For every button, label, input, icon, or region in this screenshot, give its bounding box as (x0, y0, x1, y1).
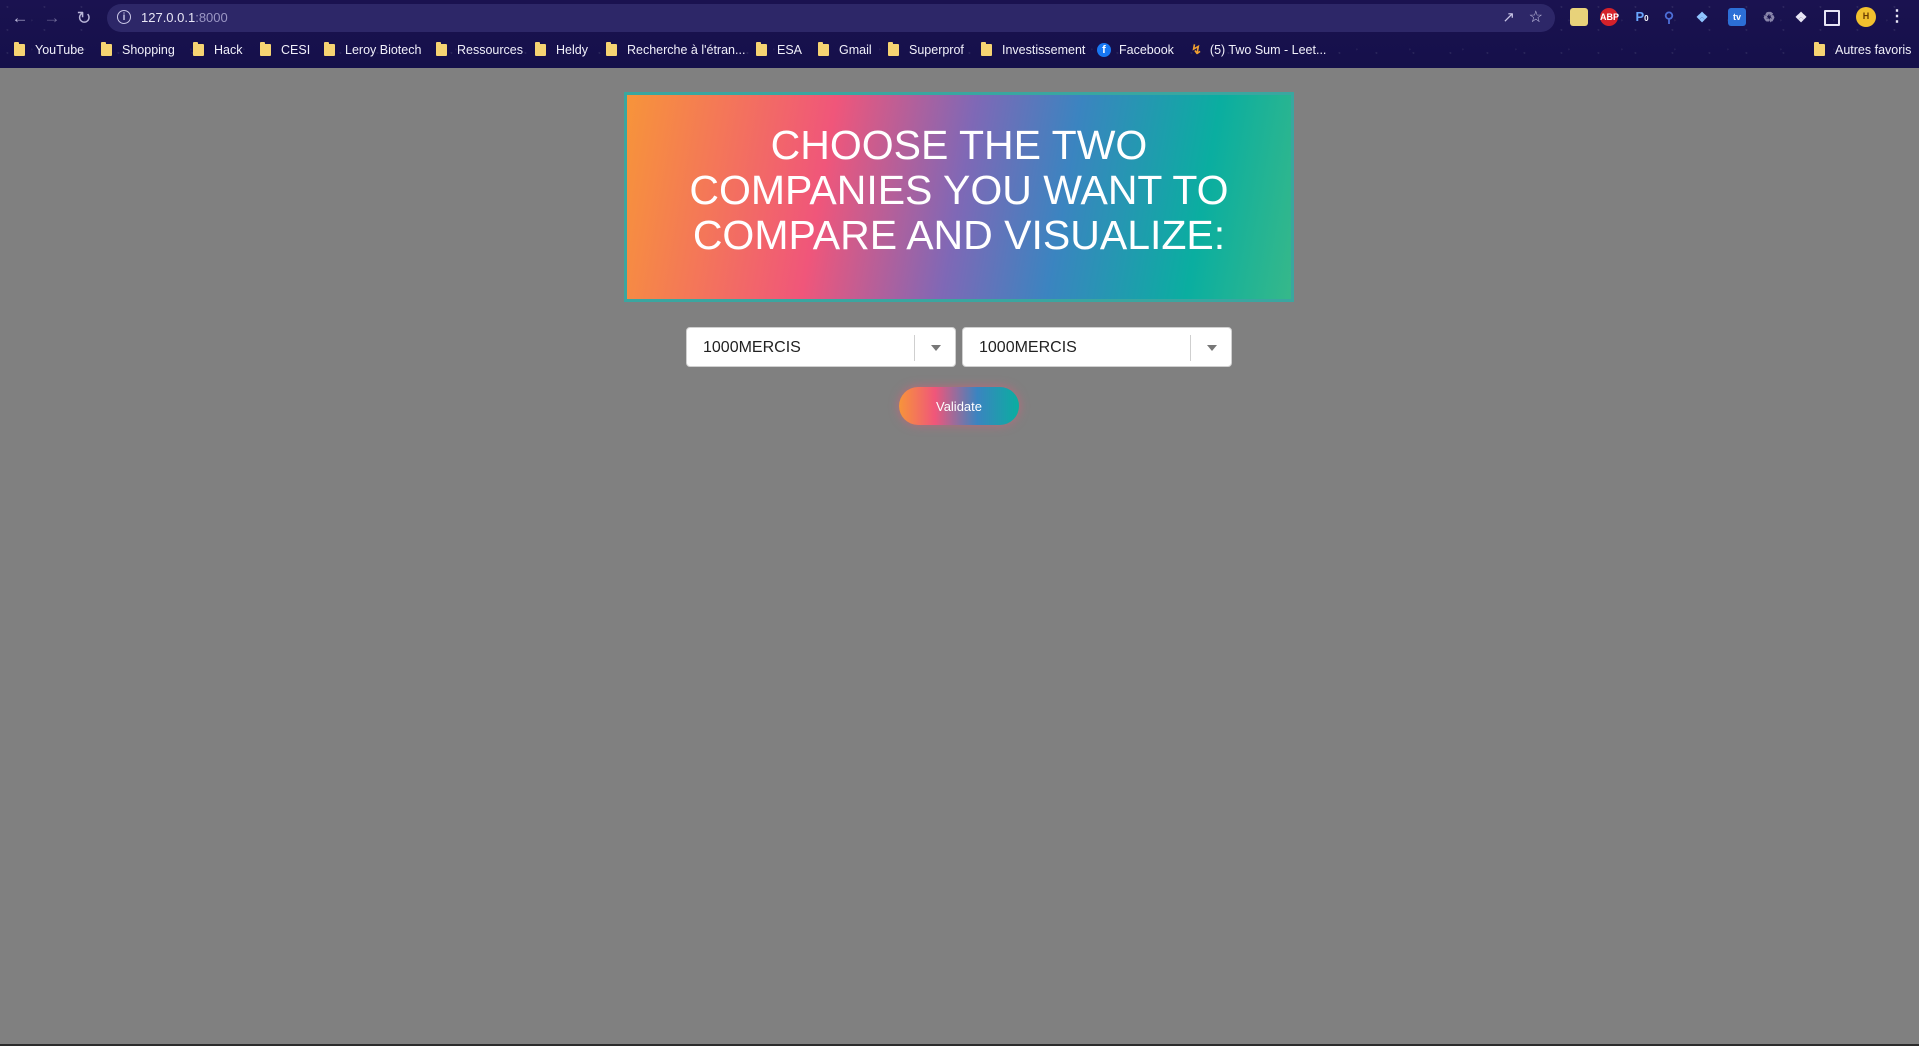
bookmark-recherche[interactable]: Recherche à l'étran... (606, 40, 745, 60)
bookmarks-bar: YouTube Shopping Hack CESI Leroy Biotech… (0, 38, 1919, 62)
page-content: CHOOSE THE TWO COMPANIES YOU WANT TO COM… (0, 68, 1919, 1046)
folder-icon (436, 42, 447, 56)
bookmark-star-icon[interactable]: ☆ (1529, 7, 1543, 27)
bookmark-youtube[interactable]: YouTube (14, 40, 84, 60)
bookmark-investissement[interactable]: Investissement (981, 40, 1085, 60)
extension-tv-icon[interactable]: tv (1728, 8, 1746, 26)
bookmark-shopping[interactable]: Shopping (101, 40, 175, 60)
bookmark-facebook[interactable]: f Facebook (1097, 40, 1174, 60)
share-icon[interactable]: ↗ (1502, 8, 1515, 26)
extension-recycle-icon[interactable]: ♻ (1760, 8, 1778, 26)
browser-toolbar: ← → ↻ i 127.0.0.1:8000 ↗ ☆ ABP P0 ⚲ ❖ tv… (0, 0, 1919, 36)
folder-icon (260, 42, 271, 56)
side-panel-icon[interactable] (1824, 10, 1840, 26)
profile-avatar-icon[interactable]: H (1856, 7, 1876, 27)
bookmark-cesi[interactable]: CESI (260, 40, 310, 60)
adblock-icon[interactable]: ABP (1600, 8, 1619, 26)
site-info-icon[interactable]: i (117, 10, 131, 24)
select-divider (1190, 335, 1191, 361)
folder-icon (324, 42, 335, 56)
leetcode-icon: ↯ (1191, 42, 1202, 57)
folder-icon (101, 42, 112, 56)
bookmark-hack[interactable]: Hack (193, 40, 242, 60)
chevron-down-icon[interactable] (931, 345, 941, 351)
folder-icon (606, 42, 617, 56)
bookmark-heldy[interactable]: Heldy (535, 40, 588, 60)
bookmark-superprof[interactable]: Superprof (888, 40, 964, 60)
folder-icon (818, 42, 829, 56)
company-b-select[interactable]: 1000MERCIS (962, 327, 1232, 367)
company-a-select[interactable]: 1000MERCIS (686, 327, 956, 367)
menu-kebab-icon[interactable]: ⋮ (1888, 8, 1906, 26)
company-a-value: 1000MERCIS (703, 339, 801, 356)
extension-puzzle-blue-icon[interactable]: ❖ (1693, 8, 1711, 26)
folder-icon (756, 42, 767, 56)
folder-icon (535, 42, 546, 56)
bookmark-ressources[interactable]: Ressources (436, 40, 523, 60)
bookmark-leroy-biotech[interactable]: Leroy Biotech (324, 40, 421, 60)
select-divider (914, 335, 915, 361)
bookmark-other-favorites[interactable]: Autres favoris (1814, 40, 1911, 60)
chevron-down-icon[interactable] (1207, 345, 1217, 351)
page-title: CHOOSE THE TWO COMPANIES YOU WANT TO COM… (689, 122, 1229, 258)
folder-icon (14, 42, 25, 56)
facebook-icon: f (1097, 43, 1111, 57)
back-icon[interactable]: ← (9, 8, 31, 28)
url-text[interactable]: 127.0.0.1:8000 (141, 10, 228, 25)
extension-p-icon[interactable]: P0 (1633, 8, 1651, 26)
browser-chrome: ← → ↻ i 127.0.0.1:8000 ↗ ☆ ABP P0 ⚲ ❖ tv… (0, 0, 1919, 68)
folder-icon (1814, 42, 1825, 56)
validate-button[interactable]: Validate (899, 387, 1019, 425)
extensions-puzzle-icon[interactable]: ❖ (1792, 8, 1810, 26)
extension-search-icon[interactable]: ⚲ (1660, 8, 1678, 26)
address-bar[interactable]: i 127.0.0.1:8000 ↗ ☆ (107, 4, 1555, 32)
reload-icon[interactable]: ↻ (73, 8, 95, 28)
folder-icon (888, 42, 899, 56)
forward-icon[interactable]: → (41, 8, 63, 28)
bookmark-esa[interactable]: ESA (756, 40, 802, 60)
bookmark-leetcode[interactable]: ↯ (5) Two Sum - Leet... (1191, 40, 1326, 60)
title-banner: CHOOSE THE TWO COMPANIES YOU WANT TO COM… (624, 92, 1294, 302)
folder-icon (193, 42, 204, 56)
folder-icon (981, 42, 992, 56)
extension-notes-icon[interactable] (1570, 8, 1588, 26)
bookmark-gmail[interactable]: Gmail (818, 40, 872, 60)
company-b-value: 1000MERCIS (979, 339, 1077, 356)
